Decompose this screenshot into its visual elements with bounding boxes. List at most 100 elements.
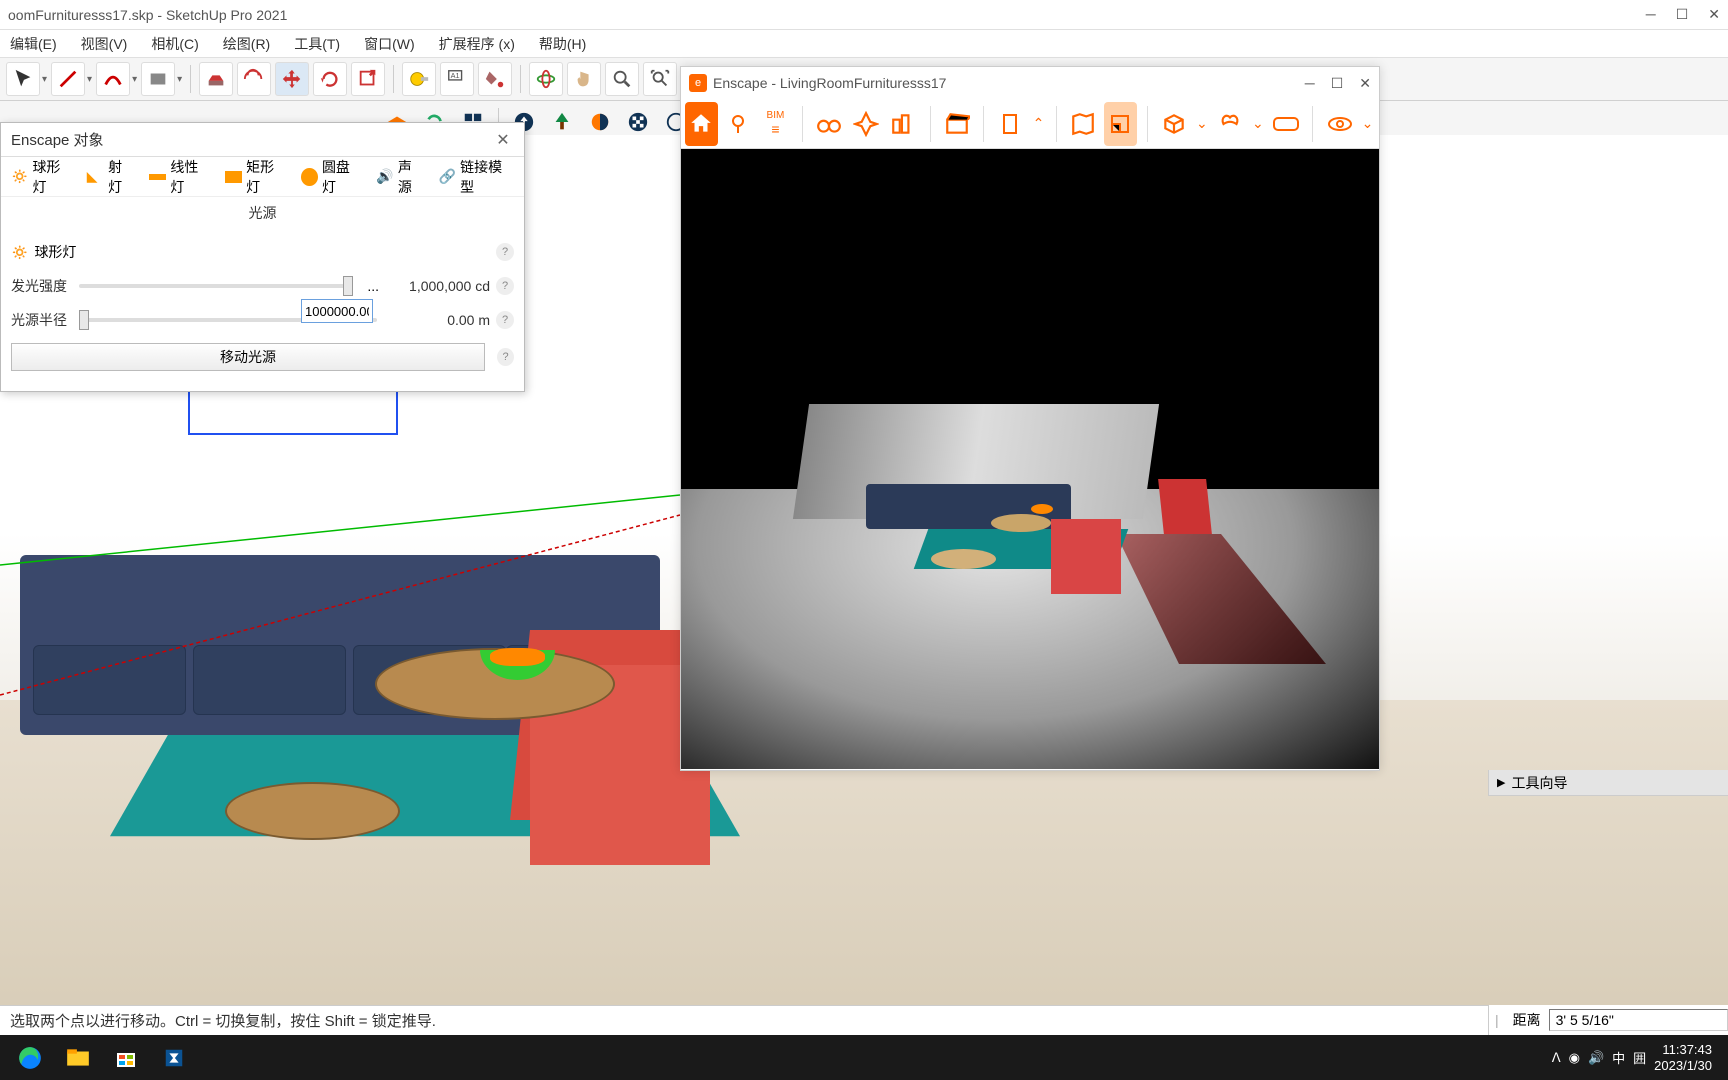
vr-headset-icon[interactable] [1269,102,1302,146]
vertical-sep: | [1495,1012,1499,1028]
slider-thumb[interactable] [79,310,89,330]
sound-source-tab[interactable]: 🔊声源 [372,154,428,200]
menu-draw[interactable]: 绘图(R) [217,32,276,56]
orbit-tool-icon[interactable] [529,62,563,96]
minimize-icon[interactable]: ─ [1646,6,1656,23]
close-icon[interactable]: ✕ [492,129,514,151]
tray-chevron-icon[interactable]: ᐱ [1552,1050,1561,1066]
binoculars-icon[interactable] [813,102,846,146]
select-tool-icon[interactable] [6,62,40,96]
intensity-input[interactable] [301,299,373,323]
menu-camera[interactable]: 相机(C) [145,32,204,56]
tree-icon[interactable] [545,105,579,139]
clock[interactable]: 11:37:43 2023/1/30 [1654,1042,1712,1073]
slider-thumb[interactable] [343,276,353,296]
chevron-down-icon[interactable]: ⌄ [1194,102,1209,146]
enscape-window-title: Enscape - LivingRoomFurnituresss17 [713,75,946,91]
menu-edit[interactable]: 编辑(E) [4,32,63,56]
close-icon[interactable]: ✕ [1708,6,1720,23]
close-icon[interactable]: ✕ [1359,75,1371,92]
material-icon[interactable] [583,105,617,139]
floorplan-icon[interactable] [1104,102,1137,146]
pin-icon[interactable] [722,102,755,146]
intensity-slider[interactable] [79,284,353,288]
dropdown-icon[interactable]: ▾ [87,74,92,85]
butterfly-icon[interactable] [1213,102,1246,146]
edge-icon[interactable] [6,1038,54,1078]
help-icon[interactable]: ? [497,348,514,366]
measurement-box: | 距离 3' 5 5/16" [1488,1005,1728,1035]
zoom-tool-icon[interactable] [605,62,639,96]
eye-icon[interactable] [1323,102,1356,146]
help-icon[interactable]: ? [496,311,514,329]
spot-light-tab[interactable]: ◣射灯 [83,154,139,200]
menu-bar: 编辑(E) 视图(V) 相机(C) 绘图(R) 工具(T) 窗口(W) 扩展程序… [0,30,1728,58]
maximize-icon[interactable]: ☐ [1676,6,1689,23]
volume-icon[interactable]: 🔊 [1588,1050,1604,1066]
minimize-icon[interactable]: ─ [1305,75,1315,92]
offset-tool-icon[interactable] [237,62,271,96]
text-tool-icon[interactable]: A1 [440,62,474,96]
bim-icon[interactable]: BIM≡ [759,102,792,146]
app-title-bar: oomFurnituresss17.skp - SketchUp Pro 202… [0,0,1728,30]
paint-tool-icon[interactable] [478,62,512,96]
windows-taskbar: ᐱ ◉ 🔊 中 囲 11:37:43 2023/1/30 [0,1035,1728,1080]
chevron-down-icon[interactable]: ⌄ [1360,102,1375,146]
light-type-icon: 🔅 [11,244,28,261]
help-icon[interactable]: ? [496,277,514,295]
move-tool-icon[interactable] [275,62,309,96]
distance-input[interactable]: 3' 5 5/16" [1549,1009,1728,1031]
tool-guide-header[interactable]: ▶ 工具向导 [1489,770,1728,796]
move-light-button[interactable]: 移动光源 [11,343,485,371]
disc-light-tab[interactable]: 圆盘灯 [297,154,367,200]
pushpull-tool-icon[interactable] [199,62,233,96]
line-tool-icon[interactable] [51,62,85,96]
sphere-light-icon: 🔅 [11,168,28,186]
buildings-icon[interactable] [887,102,920,146]
ellipsis-button[interactable]: ... [367,278,379,294]
tape-tool-icon[interactable] [402,62,436,96]
pan-tool-icon[interactable] [567,62,601,96]
ime-mode[interactable]: 囲 [1633,1048,1646,1067]
explorer-icon[interactable] [54,1038,102,1078]
wifi-icon[interactable]: ◉ [1569,1050,1580,1066]
rectangle-tool-icon[interactable] [141,62,175,96]
menu-help[interactable]: 帮助(H) [533,32,592,56]
maximize-icon[interactable]: ☐ [1331,75,1344,92]
compass-icon[interactable] [850,102,883,146]
home-icon[interactable] [685,102,718,146]
dropdown-icon[interactable]: ▾ [42,74,47,85]
document-icon[interactable] [994,102,1027,146]
rect-light-tab[interactable]: 矩形灯 [221,154,291,200]
map-icon[interactable] [1067,102,1100,146]
dropdown-icon[interactable]: ▾ [132,74,137,85]
expand-icon: ▶ [1497,776,1505,789]
scale-tool-icon[interactable] [351,62,385,96]
zoom-extents-tool-icon[interactable] [643,62,677,96]
app-icon[interactable] [150,1038,198,1078]
enscape-viewport[interactable] [681,149,1379,769]
checker-icon[interactable] [621,105,655,139]
sphere-light-tab[interactable]: 🔅球形灯 [7,154,77,200]
rect-light-icon [225,171,242,183]
link-model-tab[interactable]: 🔗链接模型 [435,154,518,200]
ime-indicator[interactable]: 中 [1612,1048,1625,1067]
menu-tools[interactable]: 工具(T) [288,32,346,56]
chevron-down-icon[interactable]: ⌃ [1031,102,1046,146]
clapperboard-icon[interactable] [940,102,973,146]
rotate-tool-icon[interactable] [313,62,347,96]
section-label: 光源 [1,197,524,229]
store-icon[interactable] [102,1038,150,1078]
cube-icon[interactable] [1157,102,1190,146]
help-icon[interactable]: ? [496,243,514,261]
chevron-down-icon[interactable]: ⌄ [1250,102,1265,146]
dropdown-icon[interactable]: ▾ [177,74,182,85]
linear-light-icon [149,174,166,180]
linear-light-tab[interactable]: 线性灯 [145,154,215,200]
menu-extensions[interactable]: 扩展程序 (x) [433,32,521,56]
tool-guide-label: 工具向导 [1511,773,1567,793]
radius-value: 0.00 m [385,312,490,328]
menu-window[interactable]: 窗口(W) [358,32,421,56]
menu-view[interactable]: 视图(V) [75,32,134,56]
arc-tool-icon[interactable] [96,62,130,96]
